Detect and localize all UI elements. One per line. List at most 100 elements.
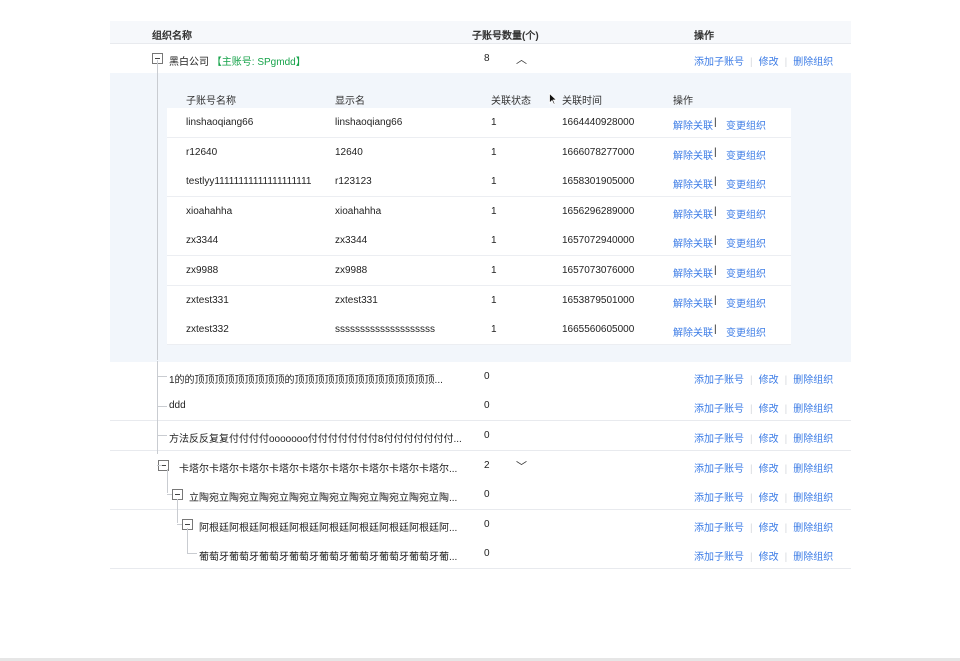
- op-separator: |: [750, 375, 753, 386]
- org-name: 卡塔尔卡塔尔卡塔尔卡塔尔卡塔尔卡塔尔卡塔尔卡塔尔卡塔尔...: [179, 464, 458, 475]
- add-sub-account-button[interactable]: 添加子账号: [694, 523, 744, 534]
- change-org-button[interactable]: 变更组织: [726, 147, 766, 162]
- sub-account-display-name: ssssssssssssssssssss: [335, 324, 435, 336]
- unlink-button[interactable]: 解除关联: [673, 235, 713, 250]
- sub-account-row: zx9988 zx9988 1 1657073076000 解除关联 | 变更组织: [167, 256, 791, 286]
- op-separator: |: [750, 493, 753, 504]
- edit-button[interactable]: 修改: [759, 523, 779, 534]
- tree-line: [157, 465, 162, 466]
- sub-account-display-name: r123123: [335, 176, 372, 188]
- edit-button[interactable]: 修改: [759, 434, 779, 445]
- link-status: 1: [491, 235, 497, 247]
- tree-line: [187, 528, 188, 554]
- table-header: 组织名称 子账号数量(个) 操作: [110, 21, 851, 44]
- delete-org-button[interactable]: 删除组织: [793, 523, 833, 534]
- table-row: 葡萄牙葡萄牙葡萄牙葡萄牙葡萄牙葡萄牙葡萄牙葡萄牙葡... 0 添加子账号 | 修改 | 删除…: [110, 539, 851, 569]
- link-status: 1: [491, 205, 497, 217]
- op-separator: |: [714, 265, 717, 276]
- sub-account-name: zx9988: [186, 265, 219, 276]
- unlink-button[interactable]: 解除关联: [673, 176, 713, 191]
- table-row: 方法反反复复付付付付ooooooo付付付付付付付8付付付付付付付... 0 添加子账…: [110, 421, 851, 451]
- link-time: 1657073076000: [562, 265, 635, 276]
- sub-col-display: 显示名: [335, 96, 365, 107]
- row-ops: 添加子账号 | 修改 | 删除组织: [694, 371, 833, 386]
- sub-account-name: linshaoqiang66: [186, 117, 254, 128]
- sub-account-row: zx3344 zx3344 1 1657072940000 解除关联 | 变更组织: [167, 226, 791, 257]
- delete-org-button[interactable]: 删除组织: [793, 464, 833, 475]
- row-ops: 添加子账号 | 修改 | 删除组织: [694, 400, 833, 415]
- delete-org-button[interactable]: 删除组织: [793, 493, 833, 504]
- change-org-button[interactable]: 变更组织: [726, 206, 766, 221]
- unlink-button[interactable]: 解除关联: [673, 117, 713, 132]
- unlink-button[interactable]: 解除关联: [673, 147, 713, 162]
- op-separator: |: [714, 235, 717, 247]
- add-sub-account-button[interactable]: 添加子账号: [694, 434, 744, 445]
- sub-account-row: r12640 12640 1 1666078277000 解除关联 | 变更组织: [167, 137, 791, 168]
- sub-account-count: 8: [484, 53, 490, 64]
- op-separator: |: [714, 146, 717, 158]
- edit-button[interactable]: 修改: [759, 552, 779, 563]
- add-sub-account-button[interactable]: 添加子账号: [694, 552, 744, 563]
- op-separator: |: [714, 324, 717, 336]
- link-status: 1: [491, 176, 497, 188]
- sub-account-count: 0: [484, 489, 490, 500]
- tree-line: [157, 406, 167, 407]
- col-header-ops: 操作: [694, 31, 714, 42]
- sub-account-display-name: zx3344: [335, 235, 368, 247]
- unlink-button[interactable]: 解除关联: [673, 206, 713, 221]
- delete-org-button[interactable]: 删除组织: [793, 434, 833, 445]
- change-org-button[interactable]: 变更组织: [726, 235, 766, 250]
- edit-button[interactable]: 修改: [759, 464, 779, 475]
- delete-org-button[interactable]: 删除组织: [793, 404, 833, 415]
- add-sub-account-button[interactable]: 添加子账号: [694, 57, 744, 68]
- op-separator: |: [750, 464, 753, 475]
- org-name: 阿根廷阿根廷阿根廷阿根廷阿根廷阿根廷阿根廷阿根廷阿...: [199, 523, 458, 534]
- sub-account-display-name: xioahahha: [335, 205, 382, 217]
- sub-col-name: 子账号名称: [186, 96, 236, 107]
- add-sub-account-button[interactable]: 添加子账号: [694, 493, 744, 504]
- link-time: 1664440928000: [562, 117, 635, 128]
- link-time: 1665560605000: [562, 324, 635, 336]
- add-sub-account-button[interactable]: 添加子账号: [694, 375, 744, 386]
- table-row: ddd 0 添加子账号 | 修改 | 删除组织: [110, 391, 851, 421]
- change-org-button[interactable]: 变更组织: [726, 265, 766, 280]
- table-row-root: 黑白公司 【主账号: SPgmdd】 8 ︿ 添加子账号 | 修改 | 删除组织: [110, 44, 851, 74]
- delete-org-button[interactable]: 删除组织: [793, 552, 833, 563]
- change-org-button[interactable]: 变更组织: [726, 324, 766, 339]
- op-separator: |: [750, 552, 753, 563]
- mouse-cursor-icon: [549, 93, 557, 105]
- unlink-button[interactable]: 解除关联: [673, 295, 713, 310]
- chevron-down-icon[interactable]: ﹀: [516, 458, 527, 474]
- sub-account-row: testlyy11111111111111111111 r123123 1 16583…: [167, 167, 791, 198]
- unlink-button[interactable]: 解除关联: [673, 324, 713, 339]
- edit-button[interactable]: 修改: [759, 375, 779, 386]
- edit-button[interactable]: 修改: [759, 404, 779, 415]
- link-status: 1: [491, 146, 497, 158]
- sub-account-row: zxtest332 ssssssssssssssssssss 1 1665560605…: [167, 315, 791, 346]
- link-time: 1656296289000: [562, 205, 635, 217]
- op-separator: |: [750, 434, 753, 445]
- unlink-button[interactable]: 解除关联: [673, 265, 713, 280]
- op-separator: |: [714, 176, 717, 188]
- table-row: 1的的顶顶顶顶顶顶顶顶顶的顶顶顶顶顶顶顶顶顶顶顶顶顶顶... 0 添加子账号 | 修改 |…: [110, 362, 851, 392]
- tree-line: [157, 376, 167, 377]
- change-org-button[interactable]: 变更组织: [726, 117, 766, 132]
- change-org-button[interactable]: 变更组织: [726, 176, 766, 191]
- add-sub-account-button[interactable]: 添加子账号: [694, 464, 744, 475]
- delete-org-button[interactable]: 删除组织: [793, 375, 833, 386]
- sub-account-row: linshaoqiang66 linshaoqiang66 1 16644409280…: [167, 108, 791, 138]
- chevron-up-icon[interactable]: ︿: [516, 51, 527, 67]
- main-account-tag: 【主账号: SPgmdd】: [211, 57, 306, 68]
- row-ops: 添加子账号 | 修改 | 删除组织: [694, 430, 833, 445]
- tree-line: [157, 361, 158, 454]
- org-name: 葡萄牙葡萄牙葡萄牙葡萄牙葡萄牙葡萄牙葡萄牙葡萄牙葡...: [199, 552, 458, 563]
- edit-button[interactable]: 修改: [759, 493, 779, 504]
- sub-account-name: xioahahha: [186, 205, 233, 217]
- table-row: 阿根廷阿根廷阿根廷阿根廷阿根廷阿根廷阿根廷阿根廷阿... 0 添加子账号 | 修改 | 删除…: [110, 510, 851, 540]
- add-sub-account-button[interactable]: 添加子账号: [694, 404, 744, 415]
- sub-account-name: zx3344: [186, 235, 219, 247]
- edit-button[interactable]: 修改: [759, 57, 779, 68]
- change-org-button[interactable]: 变更组织: [726, 295, 766, 310]
- sub-account-count: 2: [484, 460, 490, 471]
- delete-org-button[interactable]: 删除组织: [793, 57, 833, 68]
